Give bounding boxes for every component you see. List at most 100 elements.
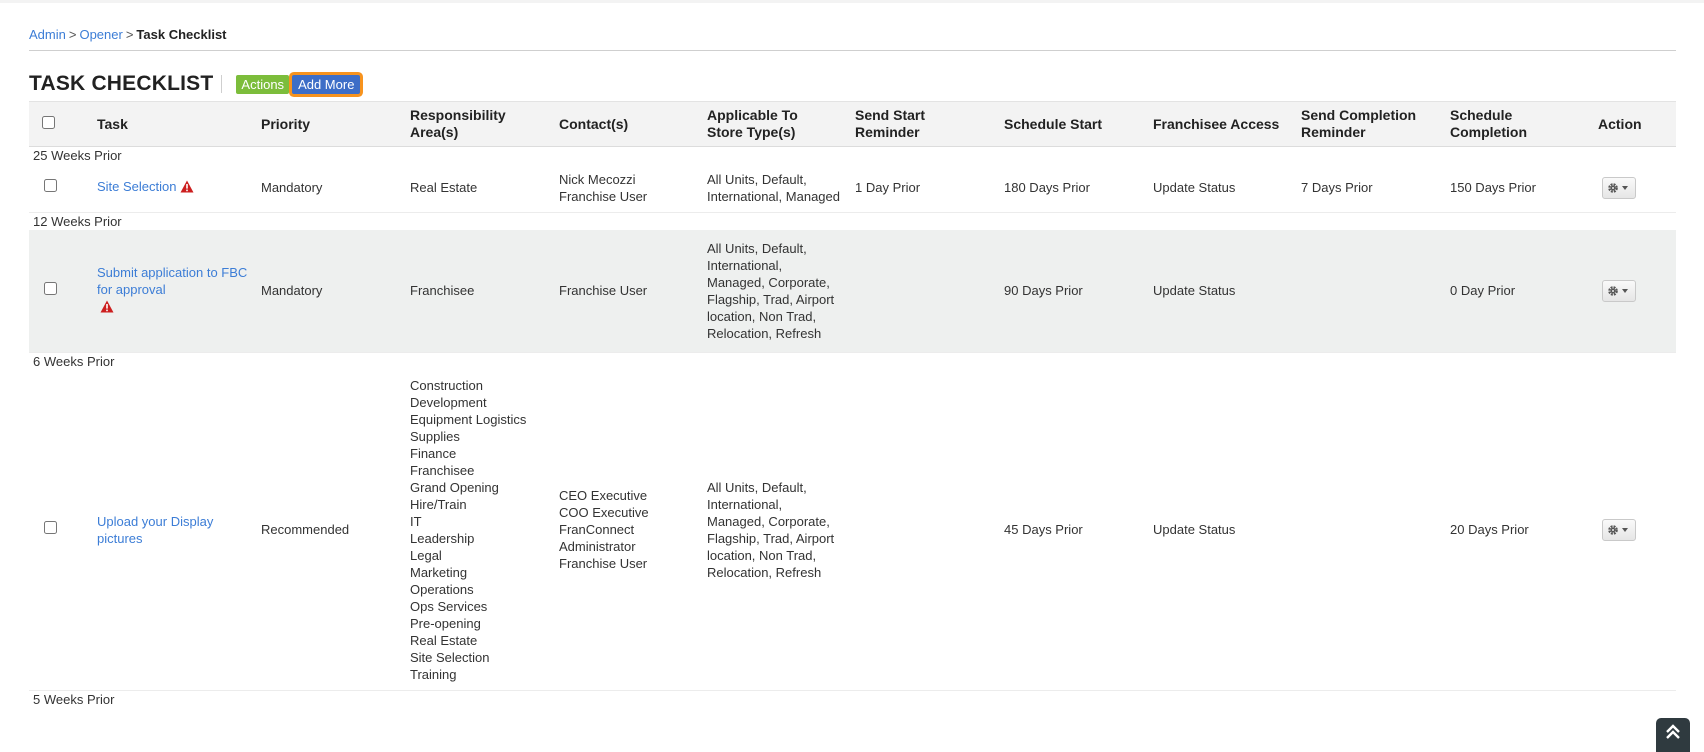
applicable-line: Flagship, Trad, Airport [707,291,835,307]
table-row: Site Selection Mandatory Real Estate Nic… [29,164,1676,213]
header-franchisee-access[interactable]: Franchisee Access [1149,101,1297,147]
task-link[interactable]: Submit application to FBC for approval [97,264,253,298]
header-contacts[interactable]: Contact(s) [555,101,703,147]
add-more-button[interactable]: Add More [292,74,361,94]
schedule-start-cell: 45 Days Prior [1000,370,1149,691]
send-completion-cell [1297,229,1446,353]
header-send-start-line1: Send Start [855,107,926,123]
title-divider [221,75,223,93]
task-link-line2: for approval [97,282,166,298]
header-responsibility-line1: Responsibility [410,107,506,123]
send-completion-cell: 7 Days Prior [1297,164,1446,213]
contact-item: FranConnect [559,522,635,538]
schedule-completion-cell: 150 Days Prior [1446,164,1594,213]
schedule-completion-cell: 0 Day Prior [1446,229,1594,353]
applicable-line: Managed, Corporate, [707,513,830,529]
task-link-line2: pictures [97,530,143,546]
contact-item: COO Executive [559,505,649,521]
row-select-cell [29,164,93,213]
breadcrumb-opener-link[interactable]: Opener [79,27,122,42]
header-send-start-line2: Reminder [855,124,920,140]
task-link[interactable]: Site Selection [97,179,177,194]
header-select-all [29,101,93,147]
applicable-cell: All Units, Default, International, Manage… [703,164,851,213]
responsibility-item: Leadership [410,530,475,546]
header-send-completion-line1: Send Completion [1301,107,1417,123]
header-schedule-completion[interactable]: Schedule Completion [1446,101,1594,147]
contact-item: Nick Mecozzi [559,171,636,187]
gear-icon [1608,285,1628,296]
group-label: 6 Weeks Prior [33,354,115,369]
gear-icon [1608,524,1628,535]
task-cell: Site Selection [93,164,257,213]
header-task[interactable]: Task [93,101,257,147]
applicable-line: All Units, Default, [707,479,807,495]
responsibility-item: Ops Services [410,598,488,614]
header-send-start[interactable]: Send Start Reminder [851,101,1000,147]
task-link-line1: Submit application to FBC [97,265,248,281]
task-cell: Submit application to FBC for approval [93,229,257,353]
gear-icon [1608,182,1628,193]
responsibility-item: Supplies [410,428,460,444]
responsibility-item: Marketing [410,564,468,580]
responsibility-cell: Franchisee [406,229,555,353]
table-row: Submit application to FBC for approval Ma… [29,229,1676,353]
responsibility-item: Real Estate [410,180,478,196]
row-checkbox[interactable] [44,521,57,535]
action-cell [1594,229,1676,353]
responsibility-item: Construction [410,377,483,393]
group-label: 25 Weeks Prior [33,148,122,163]
header-responsibility-line2: Area(s) [410,124,459,140]
applicable-line: Managed, Corporate, [707,274,830,290]
row-action-menu-button[interactable] [1602,176,1636,199]
schedule-start-cell: 180 Days Prior [1000,164,1149,213]
select-all-checkbox[interactable] [42,115,55,129]
contacts-cell: Nick Mecozzi Franchise User [555,164,703,213]
schedule-completion-cell: 20 Days Prior [1446,370,1594,691]
applicable-line: Relocation, Refresh [707,564,822,580]
header-send-completion[interactable]: Send Completion Reminder [1297,101,1446,147]
row-checkbox[interactable] [44,179,57,193]
header-schedule-start[interactable]: Schedule Start [1000,101,1149,147]
applicable-line: International, [707,496,783,512]
top-border [0,0,1704,3]
responsibility-item: Equipment Logistics [410,411,527,427]
page-title: TASK CHECKLIST [29,72,214,95]
contact-item: Franchise User [559,283,648,299]
franchisee-access-cell: Update Status [1149,370,1297,691]
scroll-to-top-button[interactable] [1656,718,1690,752]
row-action-menu-button[interactable] [1602,279,1636,302]
row-checkbox[interactable] [44,282,57,296]
breadcrumb-admin-link[interactable]: Admin [29,27,66,42]
responsibility-item: IT [410,513,422,529]
group-row: 25 Weeks Prior [29,147,1676,165]
contacts-cell: Franchise User [555,229,703,353]
header-responsibility[interactable]: Responsibility Area(s) [406,101,555,147]
priority-cell: Mandatory [257,164,406,213]
table-header-row: Task Priority Responsibility Area(s) Cont… [29,101,1676,147]
responsibility-item: Grand Opening [410,479,499,495]
send-start-cell: 1 Day Prior [851,164,1000,213]
responsibility-item: Operations [410,581,474,597]
responsibility-item: Finance [410,445,457,461]
priority-cell: Recommended [257,370,406,691]
responsibility-item: Real Estate [410,632,478,648]
franchisee-access-cell: Update Status [1149,229,1297,353]
header-priority[interactable]: Priority [257,101,406,147]
header-action: Action [1594,101,1676,147]
responsibility-item: Franchisee [410,283,475,299]
applicable-cell: All Units, Default, International, Manag… [703,370,851,691]
double-chevron-up-icon [1666,724,1680,739]
actions-button[interactable]: Actions [236,74,290,94]
group-label: 5 Weeks Prior [33,691,115,707]
task-checklist-table: Task Priority Responsibility Area(s) Cont… [29,101,1676,708]
header-applicable[interactable]: Applicable To Store Type(s) [703,101,851,147]
applicable-line: location, Non Trad, [707,308,817,324]
row-action-menu-button[interactable] [1602,518,1636,541]
contact-item: Administrator [559,539,636,555]
row-select-cell [29,370,93,691]
responsibility-item: Development [410,394,487,410]
send-start-cell [851,229,1000,353]
task-link[interactable]: Upload your Display pictures [97,513,253,546]
breadcrumb-separator: > [125,27,134,42]
